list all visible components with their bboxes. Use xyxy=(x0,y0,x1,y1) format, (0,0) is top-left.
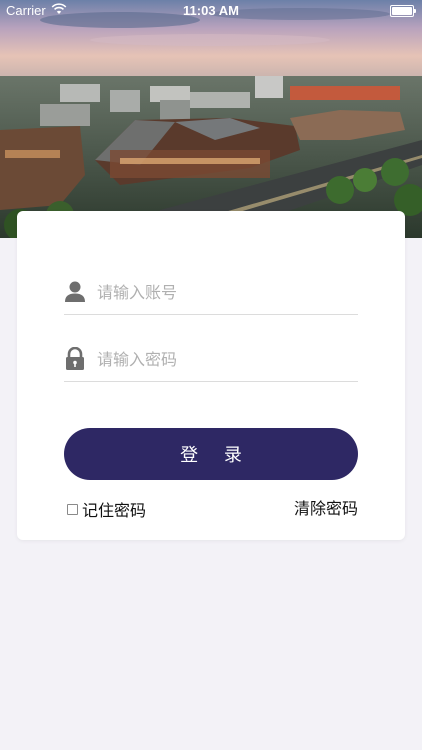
remember-checkbox[interactable] xyxy=(67,503,78,515)
remember-password-toggle[interactable]: 记住密码 xyxy=(67,498,146,520)
login-card: 登 录 记住密码 清除密码 xyxy=(17,211,405,540)
battery-icon xyxy=(390,5,416,17)
header-image: Carrier 11:03 AM xyxy=(0,0,422,238)
password-input[interactable] xyxy=(97,345,347,373)
lock-icon xyxy=(66,347,84,370)
city-rendering xyxy=(0,0,422,238)
password-field xyxy=(64,337,358,382)
clock: 11:03 AM xyxy=(183,3,239,18)
account-field xyxy=(64,270,358,315)
user-icon xyxy=(65,281,85,302)
remember-password-label: 记住密码 xyxy=(82,501,147,520)
status-bar: Carrier 11:03 AM xyxy=(0,0,422,22)
account-input[interactable] xyxy=(97,278,347,306)
login-button[interactable]: 登 录 xyxy=(64,428,358,480)
clear-password-link[interactable]: 清除密码 xyxy=(294,498,358,520)
